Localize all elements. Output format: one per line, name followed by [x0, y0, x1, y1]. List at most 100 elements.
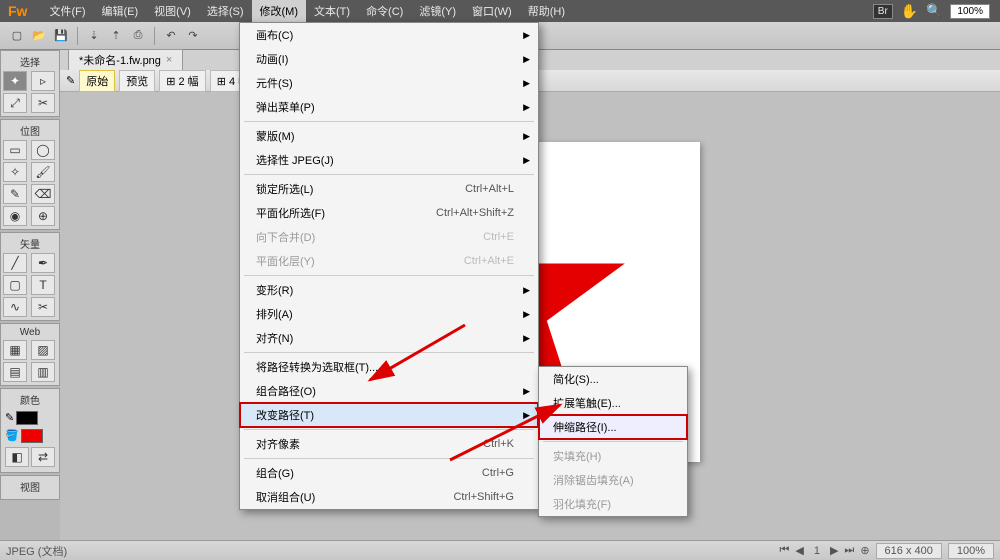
view-original[interactable]: 原始: [79, 70, 115, 92]
dropdown-item-24[interactable]: 取消组合(U)Ctrl+Shift+G: [240, 485, 538, 509]
undo-icon[interactable]: ↶: [162, 27, 180, 45]
default-colors[interactable]: ◧: [5, 447, 29, 467]
dropdown-item-10: 向下合并(D)Ctrl+E: [240, 225, 538, 249]
eraser-tool[interactable]: ⌫: [31, 184, 55, 204]
dropdown-item-6[interactable]: 选择性 JPEG(J)▶: [240, 148, 538, 172]
subselect-tool[interactable]: ▹: [31, 71, 55, 91]
alter-path-submenu: 简化(S)...扩展笔触(E)...伸缩路径(I)... 实填充(H)消除锯齿填充…: [538, 366, 688, 517]
tools-sidebar: 选择 ✦ ▹ ⤢ ✂ 位图 ▭ ◯ ✧ 🖌 ✎ ⌫ ◉ ⊕ 矢量: [0, 50, 60, 540]
edit-icon[interactable]: ✎: [66, 74, 75, 87]
nav-first-icon[interactable]: ⏮: [779, 544, 789, 557]
hand-icon[interactable]: ✋: [901, 3, 918, 20]
dropdown-item-8[interactable]: 锁定所选(L)Ctrl+Alt+L: [240, 177, 538, 201]
dropdown-item-21[interactable]: 对齐像素Ctrl+K: [240, 432, 538, 456]
brush-tool[interactable]: 🖌: [31, 162, 55, 182]
crop-tool[interactable]: ✂: [31, 93, 55, 113]
submenu-item-6: 羽化填充(F): [539, 492, 687, 516]
menu-text[interactable]: 文本(T): [306, 0, 358, 23]
pen-tool[interactable]: ✒: [31, 253, 55, 273]
nav-last-icon[interactable]: ⏭: [844, 544, 854, 557]
pointer-tool[interactable]: ✦: [3, 71, 27, 91]
menu-view[interactable]: 视图(V): [146, 0, 199, 23]
dropdown-item-2[interactable]: 元件(S)▶: [240, 71, 538, 95]
submenu-item-1[interactable]: 扩展笔触(E)...: [539, 391, 687, 415]
menu-modify[interactable]: 修改(M): [252, 0, 307, 23]
fill-bucket-icon: 🪣: [5, 429, 19, 443]
menu-select[interactable]: 选择(S): [199, 0, 252, 23]
bridge-badge[interactable]: Br: [873, 4, 893, 19]
dropdown-item-14[interactable]: 排列(A)▶: [240, 302, 538, 326]
panel-label-select: 选择: [3, 54, 57, 69]
status-zoom[interactable]: 100%: [948, 543, 994, 559]
submenu-item-4: 实填充(H): [539, 444, 687, 468]
canvas-dims: 616 x 400: [876, 543, 942, 559]
view-2up[interactable]: ⊞ 2 幅: [159, 70, 205, 92]
dropdown-item-23[interactable]: 组合(G)Ctrl+G: [240, 461, 538, 485]
lasso-tool[interactable]: ◯: [31, 140, 55, 160]
line-tool[interactable]: ╱: [3, 253, 27, 273]
dropdown-item-0[interactable]: 画布(C)▶: [240, 23, 538, 47]
stamp-tool[interactable]: ⊕: [31, 206, 55, 226]
panel-label-vector: 矢量: [3, 236, 57, 251]
fit-icon[interactable]: ⊕: [860, 544, 869, 557]
submenu-item-5: 消除锯齿填充(A): [539, 468, 687, 492]
panel-label-view: 视图: [3, 479, 57, 494]
view-preview[interactable]: 预览: [119, 70, 155, 92]
submenu-item-2[interactable]: 伸缩路径(I)...: [539, 415, 687, 439]
dropdown-item-9[interactable]: 平面化所选(F)Ctrl+Alt+Shift+Z: [240, 201, 538, 225]
print-icon[interactable]: ⎙: [129, 27, 147, 45]
export-icon[interactable]: ⇡: [107, 27, 125, 45]
hotspot-tool[interactable]: ▦: [3, 340, 27, 360]
freeform-tool[interactable]: ∿: [3, 297, 27, 317]
redo-icon[interactable]: ↷: [184, 27, 202, 45]
modify-dropdown: 画布(C)▶动画(I)▶元件(S)▶弹出菜单(P)▶ 蒙版(M)▶选择性 JPEG…: [239, 22, 539, 510]
menu-help[interactable]: 帮助(H): [520, 0, 573, 23]
panel-label-color: 颜色: [3, 392, 57, 407]
status-bar: JPEG (文档) ⏮ ◀ 1 ▶ ⏭ ⊕ 616 x 400 100%: [0, 540, 1000, 560]
save-icon[interactable]: 💾: [52, 27, 70, 45]
menu-filters[interactable]: 滤镜(Y): [411, 0, 464, 23]
dropdown-item-15[interactable]: 对齐(N)▶: [240, 326, 538, 350]
app-logo: Fw: [4, 3, 31, 19]
dropdown-item-1[interactable]: 动画(I)▶: [240, 47, 538, 71]
menu-edit[interactable]: 编辑(E): [94, 0, 147, 23]
dropdown-item-5[interactable]: 蒙版(M)▶: [240, 124, 538, 148]
tab-close-icon[interactable]: ×: [166, 54, 172, 66]
fill-swatch[interactable]: [21, 429, 43, 443]
dropdown-item-19[interactable]: 改变路径(T)▶: [240, 403, 538, 427]
knife-tool[interactable]: ✂: [31, 297, 55, 317]
tab-title: *未命名-1.fw.png: [79, 52, 161, 68]
text-tool[interactable]: T: [31, 275, 55, 295]
show-tool[interactable]: ▥: [31, 362, 55, 382]
zoom-level[interactable]: 100%: [950, 4, 990, 19]
search-icon[interactable]: 🔍: [926, 3, 942, 19]
dropdown-item-11: 平面化层(Y)Ctrl+Alt+E: [240, 249, 538, 273]
new-icon[interactable]: ▢: [8, 27, 26, 45]
scale-tool[interactable]: ⤢: [3, 93, 27, 113]
menu-file[interactable]: 文件(F): [41, 0, 93, 23]
dropdown-item-17[interactable]: 将路径转换为选取框(T)...: [240, 355, 538, 379]
document-tab[interactable]: *未命名-1.fw.png ×: [68, 49, 183, 70]
submenu-item-0[interactable]: 简化(S)...: [539, 367, 687, 391]
hide-tool[interactable]: ▤: [3, 362, 27, 382]
open-icon[interactable]: 📂: [30, 27, 48, 45]
pencil-tool[interactable]: ✎: [3, 184, 27, 204]
blur-tool[interactable]: ◉: [3, 206, 27, 226]
menu-window[interactable]: 窗口(W): [464, 0, 520, 23]
nav-prev-icon[interactable]: ◀: [795, 544, 803, 557]
dropdown-item-3[interactable]: 弹出菜单(P)▶: [240, 95, 538, 119]
slice-tool[interactable]: ▨: [31, 340, 55, 360]
nav-next-icon[interactable]: ▶: [830, 544, 838, 557]
panel-label-web: Web: [3, 327, 57, 338]
stroke-swatch[interactable]: [16, 411, 38, 425]
import-icon[interactable]: ⇣: [85, 27, 103, 45]
stroke-pencil-icon: ✎: [5, 411, 14, 425]
dropdown-item-18[interactable]: 组合路径(O)▶: [240, 379, 538, 403]
panel-label-bitmap: 位图: [3, 123, 57, 138]
menu-commands[interactable]: 命令(C): [358, 0, 411, 23]
dropdown-item-13[interactable]: 变形(R)▶: [240, 278, 538, 302]
wand-tool[interactable]: ✧: [3, 162, 27, 182]
marquee-tool[interactable]: ▭: [3, 140, 27, 160]
swap-colors[interactable]: ⇄: [31, 447, 55, 467]
rect-tool[interactable]: ▢: [3, 275, 27, 295]
